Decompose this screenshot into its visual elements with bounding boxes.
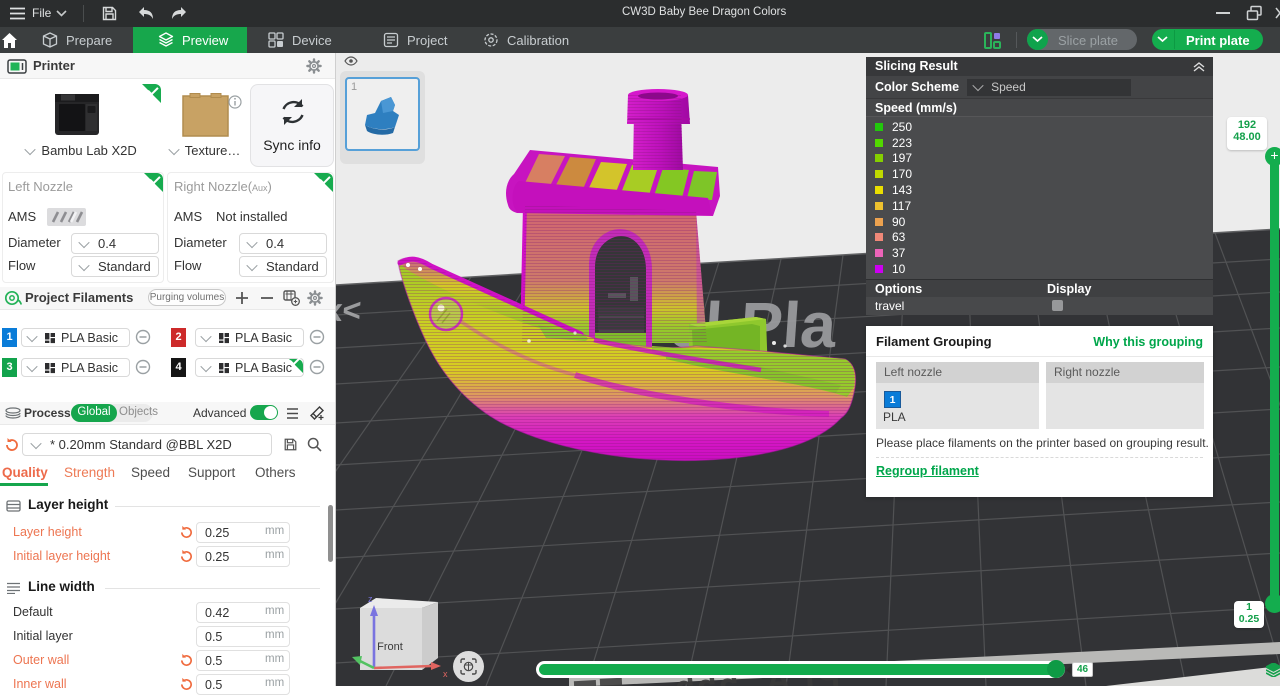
svg-text:z: z (368, 594, 373, 604)
svg-text:Front: Front (377, 641, 403, 653)
svg-text:=x<: =x< (336, 292, 362, 328)
svg-text:x: x (443, 669, 448, 679)
